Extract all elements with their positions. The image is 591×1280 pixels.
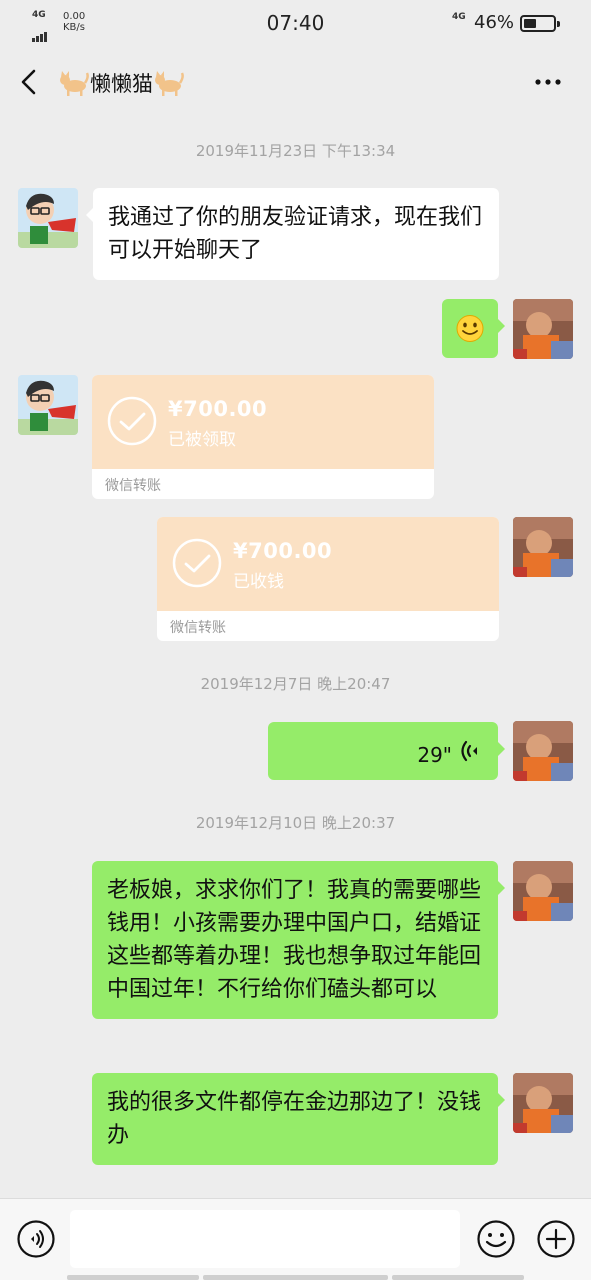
my-avatar[interactable] bbox=[513, 299, 573, 359]
transfer-label: 微信转账 bbox=[170, 620, 226, 636]
transfer-label: 微信转账 bbox=[105, 478, 161, 494]
more-options-button[interactable] bbox=[530, 70, 566, 94]
transfer-status: 已收钱 bbox=[233, 572, 284, 592]
back-button[interactable] bbox=[16, 66, 46, 98]
cartoon-avatar-icon bbox=[18, 375, 78, 435]
smile-emoji-icon bbox=[456, 315, 484, 342]
network-type-right: 4G bbox=[452, 12, 466, 22]
chat-header: 懒懒猫 bbox=[0, 52, 591, 112]
nav-indicator bbox=[67, 1275, 199, 1280]
transfer-amount: ¥700.00 bbox=[168, 397, 268, 421]
voice-wave-icon bbox=[461, 740, 477, 762]
my-avatar[interactable] bbox=[513, 517, 573, 577]
friend-avatar[interactable] bbox=[18, 188, 78, 248]
voice-duration: 29" bbox=[417, 743, 452, 767]
chat-title: 懒懒猫 bbox=[58, 68, 185, 98]
cat-emoji-icon bbox=[60, 71, 89, 96]
message-text: 我通过了你的朋友验证请求，现在我们可以开始聊天了 bbox=[108, 205, 483, 263]
ellipsis-icon bbox=[535, 79, 561, 85]
message-input[interactable] bbox=[70, 1210, 460, 1268]
more-functions-button[interactable] bbox=[536, 1219, 576, 1259]
photo-avatar-icon bbox=[513, 299, 573, 359]
sent-emoji-message[interactable] bbox=[442, 299, 505, 358]
emoji-icon bbox=[477, 1220, 515, 1258]
transfer-amount: ¥700.00 bbox=[233, 539, 333, 563]
chat-title-text: 懒懒猫 bbox=[90, 72, 153, 96]
transfer-card-sent[interactable]: ¥700.00 已收钱 微信转账 bbox=[157, 517, 499, 641]
chat-input-bar bbox=[0, 1198, 591, 1280]
battery-percent: 46% bbox=[474, 12, 515, 33]
battery-icon bbox=[520, 15, 560, 32]
photo-avatar-icon bbox=[513, 517, 573, 577]
voice-mode-button[interactable] bbox=[16, 1219, 56, 1259]
my-avatar[interactable] bbox=[513, 721, 573, 781]
photo-avatar-icon bbox=[513, 861, 573, 921]
message-text: 老板娘，求求你们了！我真的需要哪些钱用！小孩需要办理中国户口，结婚证这些都等着办… bbox=[107, 878, 482, 1002]
checkmark-circle-icon bbox=[172, 538, 222, 588]
cartoon-avatar-icon bbox=[18, 188, 78, 248]
photo-avatar-icon bbox=[513, 721, 573, 781]
voice-message[interactable]: 29" bbox=[268, 722, 505, 780]
my-avatar[interactable] bbox=[513, 861, 573, 921]
chevron-left-icon bbox=[21, 69, 36, 95]
my-avatar[interactable] bbox=[513, 1073, 573, 1133]
sent-message[interactable]: 我的很多文件都停在金边那边了！没钱办 bbox=[92, 1073, 505, 1165]
photo-avatar-icon bbox=[513, 1073, 573, 1133]
message-timestamp: 2019年12月10日 晚上20:37 bbox=[195, 814, 396, 832]
sent-message[interactable]: 老板娘，求求你们了！我真的需要哪些钱用！小孩需要办理中国户口，结婚证这些都等着办… bbox=[92, 861, 505, 1019]
voice-mode-icon bbox=[17, 1220, 55, 1258]
transfer-card-received[interactable]: ¥700.00 已被领取 微信转账 bbox=[92, 375, 434, 499]
friend-avatar[interactable] bbox=[18, 375, 78, 435]
nav-indicator bbox=[392, 1275, 524, 1280]
checkmark-circle-icon bbox=[107, 396, 157, 446]
nav-indicator bbox=[203, 1275, 388, 1280]
plus-icon bbox=[537, 1220, 575, 1258]
received-message[interactable]: 我通过了你的朋友验证请求，现在我们可以开始聊天了 bbox=[86, 188, 499, 280]
message-timestamp: 2019年12月7日 晚上20:47 bbox=[200, 675, 391, 693]
message-timestamp: 2019年11月23日 下午13:34 bbox=[195, 142, 396, 160]
status-bar: 4G 0.00 KB/s 07:40 4G 46% bbox=[0, 0, 591, 46]
transfer-status: 已被领取 bbox=[168, 430, 236, 450]
cat-emoji-icon bbox=[155, 71, 184, 96]
message-text: 我的很多文件都停在金边那边了！没钱办 bbox=[107, 1090, 482, 1148]
emoji-button[interactable] bbox=[476, 1219, 516, 1259]
